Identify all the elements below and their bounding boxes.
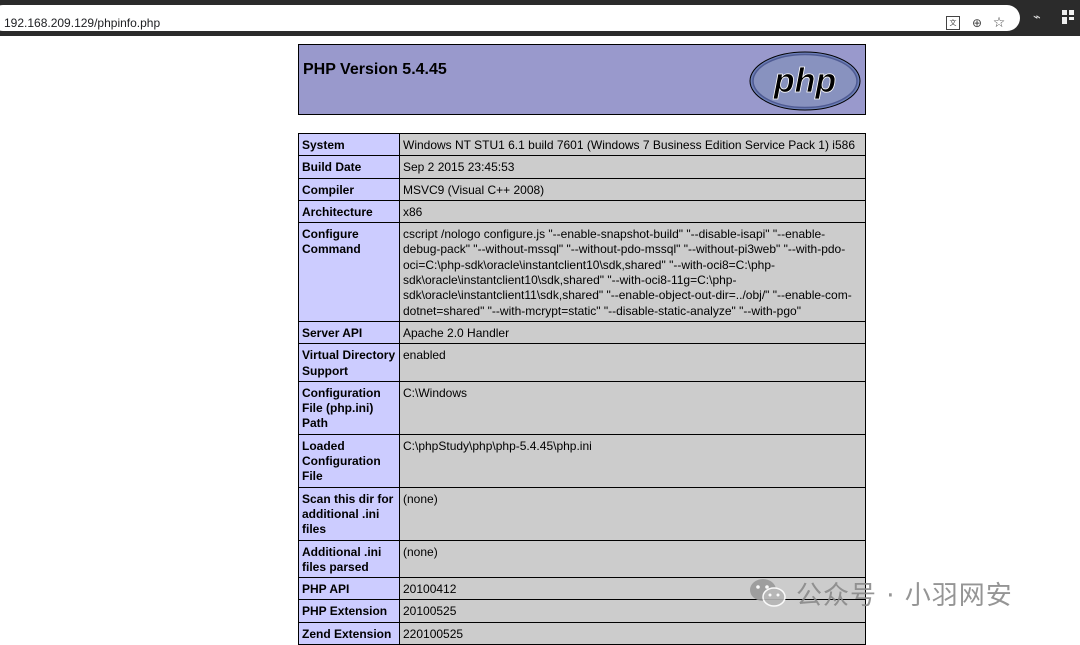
bookmark-star-icon[interactable]: ☆ bbox=[991, 15, 1007, 31]
browser-toolbar: ≡ 192.168.209.129/phpinfo.php 文 ⊕ ☆ ⌁ bbox=[0, 0, 1080, 36]
config-key: Virtual Directory Support bbox=[298, 343, 400, 382]
phpinfo-page: PHP Version 5.4.45 php bbox=[298, 44, 866, 115]
url-text[interactable]: 192.168.209.129/phpinfo.php bbox=[4, 16, 160, 30]
wechat-icon bbox=[750, 579, 786, 607]
svg-text:php: php bbox=[773, 62, 836, 100]
config-value: enabled bbox=[399, 343, 866, 382]
table-row: Architecture x86 bbox=[298, 199, 866, 224]
config-value: Apache 2.0 Handler bbox=[399, 320, 866, 345]
config-key: Server API bbox=[298, 320, 400, 345]
config-value: 220100525 bbox=[399, 621, 866, 645]
table-row: Loaded Configuration File C:\phpStudy\php… bbox=[298, 433, 866, 488]
php-logo[interactable]: php bbox=[748, 50, 862, 112]
config-value: C:\Windows bbox=[399, 380, 866, 435]
config-key: Scan this dir for additional .ini files bbox=[298, 486, 400, 541]
table-row: System Windows NT STU1 6.1 build 7601 (Wi… bbox=[298, 132, 866, 157]
php-version-header: PHP Version 5.4.45 php bbox=[298, 44, 866, 115]
config-key: System bbox=[298, 132, 400, 157]
table-row: Build Date Sep 2 2015 23:45:53 bbox=[298, 155, 866, 179]
config-key: Configure Command bbox=[298, 222, 400, 322]
config-value: (none) bbox=[399, 539, 866, 579]
extension-icon[interactable]: ⌁ bbox=[1033, 10, 1041, 25]
table-row: Compiler MSVC9 (Visual C++ 2008) bbox=[298, 177, 866, 201]
config-key: Compiler bbox=[298, 177, 400, 201]
config-key: Additional .ini files parsed bbox=[298, 539, 400, 579]
table-row: Virtual Directory Support enabled bbox=[298, 343, 866, 382]
table-row: Server API Apache 2.0 Handler bbox=[298, 320, 866, 345]
config-value: Sep 2 2015 23:45:53 bbox=[399, 155, 866, 179]
config-key: Build Date bbox=[298, 155, 400, 179]
config-key: Configuration File (php.ini) Path bbox=[298, 380, 400, 435]
watermark: 公众号 · 小羽网安 bbox=[748, 575, 1013, 611]
config-key: PHP Extension bbox=[298, 599, 400, 623]
watermark-text: 公众号 · 小羽网安 bbox=[796, 580, 1013, 611]
zoom-icon[interactable]: ⊕ bbox=[969, 15, 985, 31]
config-key: Architecture bbox=[298, 199, 400, 224]
table-row: Configure Command cscript /nologo configu… bbox=[298, 222, 866, 322]
config-value: MSVC9 (Visual C++ 2008) bbox=[399, 177, 866, 201]
config-value: cscript /nologo configure.js "--enable-s… bbox=[399, 222, 866, 322]
menu-icon[interactable] bbox=[1061, 9, 1075, 25]
address-bar[interactable]: ≡ 192.168.209.129/phpinfo.php 文 ⊕ ☆ bbox=[0, 5, 1020, 31]
table-row: Additional .ini files parsed (none) bbox=[298, 539, 866, 579]
page-title: PHP Version 5.4.45 bbox=[303, 61, 447, 78]
config-key: PHP API bbox=[298, 577, 400, 601]
config-value: Windows NT STU1 6.1 build 7601 (Windows … bbox=[399, 132, 866, 157]
translate-icon[interactable]: 文 bbox=[945, 15, 961, 31]
configuration-table: System Windows NT STU1 6.1 build 7601 (Wi… bbox=[298, 132, 866, 645]
table-row: Scan this dir for additional .ini files(… bbox=[298, 486, 866, 541]
config-key: Loaded Configuration File bbox=[298, 433, 400, 488]
config-key: Zend Extension bbox=[298, 621, 400, 645]
config-value: C:\phpStudy\php\php-5.4.45\php.ini bbox=[399, 433, 866, 488]
config-value: (none) bbox=[399, 486, 866, 541]
table-row: Zend Extension 220100525 bbox=[298, 621, 866, 645]
table-row: Configuration File (php.ini) Path C:\Wind… bbox=[298, 380, 866, 435]
config-value: x86 bbox=[399, 199, 866, 224]
